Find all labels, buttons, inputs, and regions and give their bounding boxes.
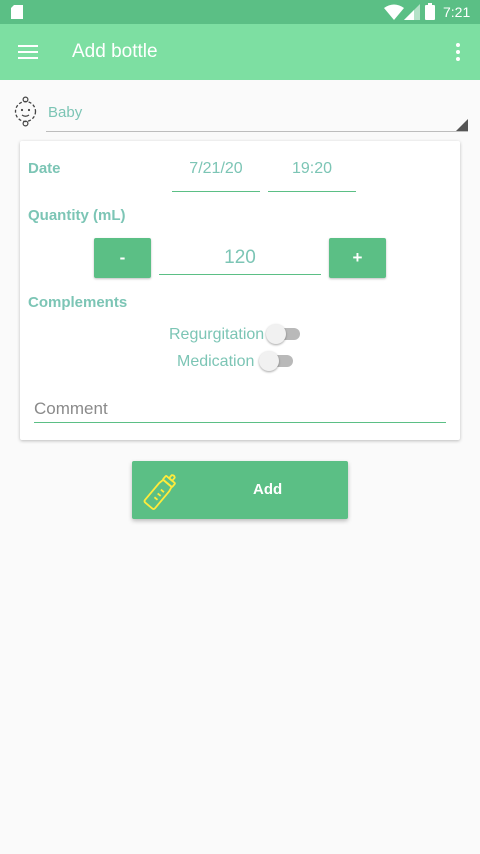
- switch-thumb: [266, 324, 286, 344]
- comment-field[interactable]: Comment: [34, 393, 446, 423]
- quantity-field[interactable]: 120: [159, 238, 321, 275]
- decrement-button[interactable]: -: [94, 238, 151, 278]
- bottle-form-card: Date 7/21/20 19:20 Quantity (mL) - 120 +…: [20, 141, 460, 440]
- medication-label: Medication: [177, 353, 255, 370]
- baby-face-icon: [14, 96, 37, 127]
- quantity-label: Quantity (mL): [28, 207, 126, 224]
- date-value: 7/21/20: [189, 160, 243, 177]
- time-value: 19:20: [291, 160, 333, 177]
- baby-select-value: Baby: [48, 104, 83, 121]
- signal-icon: [404, 4, 420, 20]
- app-bar: Add bottle: [0, 24, 480, 80]
- switch-thumb: [259, 351, 279, 371]
- dropdown-arrow-icon: [456, 119, 468, 131]
- increment-button[interactable]: +: [329, 238, 386, 278]
- page-title: Add bottle: [72, 41, 158, 62]
- comment-placeholder: Comment: [34, 399, 108, 418]
- wifi-icon: [384, 4, 404, 20]
- quantity-value: 120: [224, 247, 256, 268]
- complements-label: Complements: [28, 294, 128, 311]
- date-label: Date: [28, 160, 61, 177]
- date-field[interactable]: 7/21/20: [172, 154, 260, 192]
- more-vert-icon[interactable]: [446, 40, 470, 64]
- regurgitation-switch[interactable]: [266, 324, 300, 344]
- sd-card-icon: [11, 5, 23, 19]
- add-button[interactable]: Add: [132, 461, 348, 519]
- medication-switch[interactable]: [259, 351, 293, 371]
- baby-select[interactable]: Baby: [46, 96, 468, 132]
- time-field[interactable]: 19:20: [268, 154, 356, 192]
- status-time: 7:21: [443, 4, 471, 20]
- regurgitation-label: Regurgitation: [169, 326, 265, 343]
- add-button-label: Add: [253, 481, 283, 498]
- status-bar: 7:21: [0, 0, 480, 24]
- battery-icon: [425, 3, 435, 20]
- menu-icon[interactable]: [16, 40, 40, 64]
